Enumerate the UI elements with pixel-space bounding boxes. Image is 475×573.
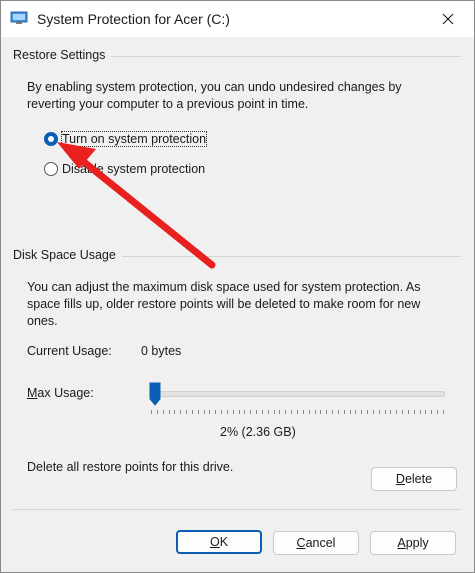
slider-tick [151,410,152,414]
delete-button[interactable]: Delete [371,467,457,491]
slider-tick [337,410,339,414]
slider-tick [250,410,252,414]
slider-tick [308,410,310,414]
radio-checked-indicator[interactable] [44,132,58,146]
slider-tick [384,410,386,414]
slider-tick [431,410,433,414]
slider-tick [419,410,421,414]
slider-tick [174,410,176,414]
disk-space-description-line1: You can adjust the maximum disk space us… [27,280,421,294]
radio-turn-on-protection[interactable]: Turn on system protection [44,130,208,148]
slider-tick [191,410,193,414]
slider-tick [221,410,223,414]
cancel-button[interactable]: Cancel [273,531,359,555]
current-usage-label: Current Usage: [27,344,112,358]
max-usage-slider-track[interactable] [151,391,445,397]
apply-button-label: Apply [397,536,429,550]
max-usage-slider-ticks [151,410,445,414]
slider-tick [156,410,158,414]
slider-tick [180,410,182,414]
slider-tick [425,410,427,414]
slider-tick [402,410,404,414]
slider-tick [297,410,298,414]
slider-tick [437,410,439,414]
slider-tick [314,410,316,414]
computer-icon [10,11,28,24]
slider-tick [238,410,240,414]
apply-button[interactable]: Apply [370,531,456,555]
close-button[interactable] [436,7,460,31]
slider-tick [232,410,234,414]
radio-disable-label: Disable system protection [62,162,206,176]
slider-tick [367,410,369,414]
slider-tick [279,410,281,414]
slider-tick [343,410,345,414]
slider-tick [256,410,258,414]
cancel-button-label: Cancel [296,536,336,550]
slider-tick [291,410,293,414]
ok-button[interactable]: OK [176,530,262,554]
slider-tick [396,410,398,414]
slider-tick [378,410,380,414]
slider-tick [355,410,357,414]
title-bar[interactable]: System Protection for Acer (C:) [1,1,474,37]
slider-tick [332,410,334,414]
slider-tick [197,410,199,414]
restore-settings-description: By enabling system protection, you can u… [27,79,402,113]
radio-turn-on-label: Turn on system protection [60,131,208,147]
restore-settings-heading: Restore Settings [13,48,112,62]
slider-tick [390,410,392,414]
slider-tick [244,410,246,414]
radio-disable-protection[interactable]: Disable system protection [44,160,205,178]
slider-tick [215,410,217,414]
close-icon [442,13,454,25]
slider-tick [267,410,269,414]
disk-space-description-line3: ones. [27,314,58,328]
slider-tick [273,410,275,414]
slider-tick [320,410,322,414]
slider-tick [226,410,228,414]
max-usage-slider-thumb[interactable] [149,382,161,406]
slider-tick [413,410,415,414]
slider-tick [361,410,363,414]
buttons-divider [13,509,461,510]
restore-settings-description-line1: By enabling system protection, you can u… [27,80,402,94]
slider-tick [261,410,263,414]
slider-tick [186,410,188,414]
slider-tick [349,410,351,414]
slider-tick [168,410,170,414]
disk-space-heading: Disk Space Usage [13,248,122,262]
restore-settings-description-line2: reverting your computer to a previous po… [27,97,309,111]
disk-space-description-line2: space fills up, older restore points wil… [27,297,421,311]
disk-space-description: You can adjust the maximum disk space us… [27,279,420,330]
radio-unchecked-indicator[interactable] [44,162,58,176]
slider-tick [372,410,374,414]
slider-tick [302,410,304,414]
slider-tick [326,410,328,414]
max-usage-readout: 2% (2.36 GB) [220,425,296,439]
system-protection-dialog: System Protection for Acer (C:) Restore … [0,0,475,573]
slider-tick [203,410,205,414]
slider-tick [209,410,211,414]
max-usage-label: Max Usage: [27,386,94,400]
window-title: System Protection for Acer (C:) [37,11,230,27]
slider-tick [285,410,287,414]
current-usage-value: 0 bytes [141,344,182,358]
delete-button-label: Delete [395,472,433,486]
slider-tick [407,410,409,414]
ok-button-label: OK [209,535,229,549]
slider-tick [162,410,164,414]
slider-tick [443,410,444,414]
delete-restore-points-text: Delete all restore points for this drive… [27,460,234,474]
